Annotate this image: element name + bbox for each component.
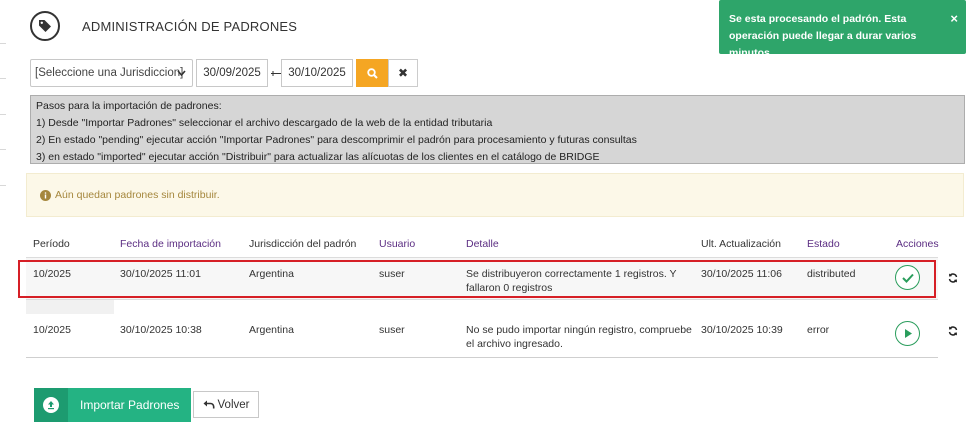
cell-detalle: Se distribuyeron correctamente 1 registr…	[466, 268, 677, 280]
cell-fecha-importacion: 30/10/2025 11:01	[120, 268, 201, 280]
distributed-action-button[interactable]	[895, 265, 920, 290]
column-header-estado[interactable]: Estado	[807, 238, 840, 250]
search-button[interactable]	[356, 59, 388, 87]
cell-ult-actualizacion: 30/10/2025 10:39	[701, 324, 783, 336]
import-button-label: Importar Padrones	[80, 398, 180, 412]
step-item: 1) Desde "Importar Padrones" seleccionar…	[36, 117, 493, 129]
play-action-button[interactable]	[895, 321, 920, 346]
column-header-usuario[interactable]: Usuario	[379, 238, 415, 250]
date-to-input[interactable]: 30/10/2025	[281, 59, 353, 87]
cell-detalle: el archivo ingresado.	[466, 338, 563, 350]
alert-text: Aún quedan padrones sin distribuir.	[55, 189, 220, 201]
processing-toast: Se esta procesando el padrón. Esta opera…	[719, 0, 966, 59]
column-header-ult-actualizacion[interactable]: Ult. Actualización	[701, 238, 781, 250]
pending-distribution-alert: Aún quedan padrones sin distribuir.	[26, 173, 964, 217]
jurisdiction-select-value: [Seleccione una Jurisdiccion]	[35, 67, 184, 79]
cell-estado: error	[807, 324, 830, 336]
undo-icon	[203, 400, 215, 409]
cell-detalle: No se pudo importar ningún registro, com…	[466, 324, 692, 336]
row-divider	[26, 357, 938, 358]
refresh-icon[interactable]	[948, 326, 958, 336]
column-header-jurisdiccion[interactable]: Jurisdicción del padrón	[249, 238, 356, 250]
import-steps-panel: Pasos para la importación de padrones: 1…	[30, 95, 965, 164]
edge-mark	[0, 114, 6, 115]
search-icon	[366, 67, 378, 79]
steps-title: Pasos para la importación de padrones:	[36, 100, 222, 112]
edge-mark	[0, 149, 6, 150]
cell-periodo: 10/2025	[33, 324, 71, 336]
tag-icon	[30, 11, 60, 41]
info-icon	[40, 189, 51, 201]
upload-icon	[34, 388, 68, 422]
page-header: ADMINISTRACIÓN DE PADRONES	[30, 11, 297, 41]
close-icon[interactable]: ×	[950, 10, 958, 27]
edge-mark	[0, 43, 6, 44]
back-button[interactable]: Volver	[193, 391, 259, 418]
check-icon	[901, 273, 914, 283]
close-icon: ✖	[397, 66, 409, 80]
cell-jurisdiccion: Argentina	[249, 324, 294, 336]
edge-mark	[0, 78, 6, 79]
play-icon	[904, 329, 912, 338]
column-header-periodo[interactable]: Período	[33, 238, 70, 250]
cell-periodo: 10/2025	[33, 268, 71, 280]
cell-detalle: fallaron 0 registros	[466, 282, 553, 294]
clear-filters-button[interactable]: ✖	[388, 59, 418, 87]
refresh-icon[interactable]	[948, 273, 958, 283]
cell-jurisdiccion: Argentina	[249, 268, 294, 280]
back-button-label: Volver	[217, 398, 250, 411]
cell-usuario: suser	[379, 268, 405, 280]
chevron-down-icon	[177, 70, 186, 77]
cell-ult-actualizacion: 30/10/2025 11:06	[701, 268, 782, 280]
column-header-acciones: Acciones	[896, 238, 939, 250]
column-header-detalle[interactable]: Detalle	[466, 238, 499, 250]
column-header-fecha-importacion[interactable]: Fecha de importación	[120, 238, 221, 250]
toast-message: Se esta procesando el padrón. Esta opera…	[729, 13, 917, 59]
page-title: ADMINISTRACIÓN DE PADRONES	[82, 18, 298, 34]
date-from-input[interactable]: 30/09/2025	[196, 59, 268, 87]
table-row[interactable]: 10/2025 30/10/2025 11:01 Argentina suser…	[26, 258, 958, 299]
step-item: 3) en estado "imported" ejecutar acción …	[36, 151, 600, 163]
range-separator	[271, 71, 281, 76]
row-gap	[26, 300, 114, 314]
jurisdiction-select[interactable]: [Seleccione una Jurisdiccion]	[30, 59, 193, 87]
import-padrones-button[interactable]: Importar Padrones	[34, 388, 191, 422]
row-divider	[26, 299, 938, 300]
edge-mark	[0, 185, 6, 186]
cell-usuario: suser	[379, 324, 405, 336]
cell-fecha-importacion: 30/10/2025 10:38	[120, 324, 202, 336]
cell-estado: distributed	[807, 268, 856, 280]
table-row[interactable]: 10/2025 30/10/2025 10:38 Argentina suser…	[26, 314, 958, 360]
step-item: 2) En estado "pending" ejecutar acción "…	[36, 134, 637, 146]
